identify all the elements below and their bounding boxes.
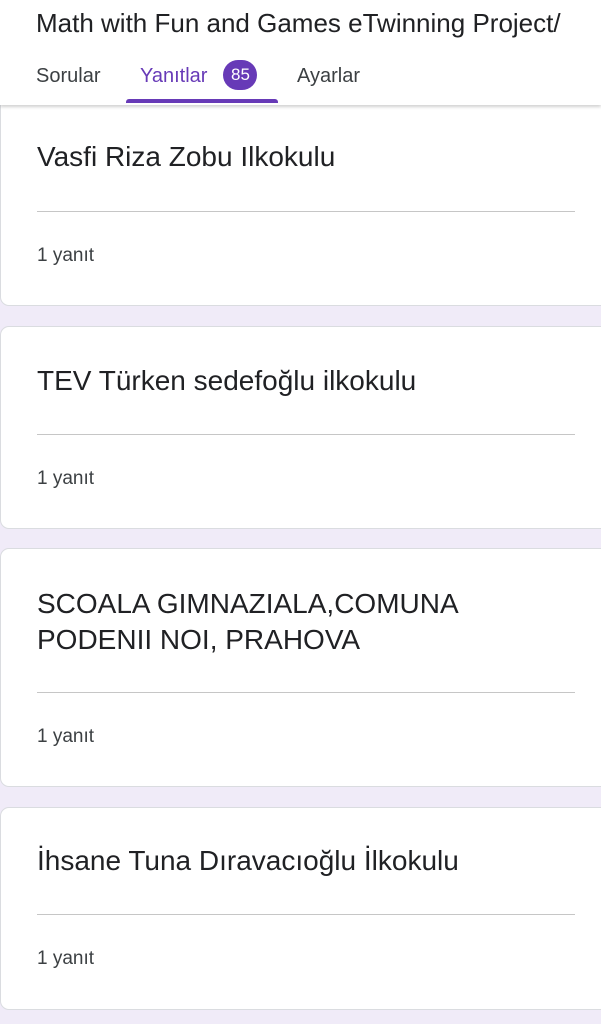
card-divider	[37, 211, 575, 212]
tab-questions[interactable]: Sorular	[36, 58, 100, 103]
tab-settings-label: Ayarlar	[297, 65, 360, 87]
response-answer-text: Vasfi Riza Zobu Ilkokulu	[37, 141, 336, 172]
responses-count-badge: 85	[223, 60, 258, 90]
response-card: TEV Türken sedefoğlu ilkokulu 1 yanıt	[0, 326, 601, 529]
form-title: Math with Fun and Games eTwinning Projec…	[36, 8, 561, 38]
response-card: İhsane Tuna Dıravacıoğlu İlkokulu 1 yanı…	[0, 807, 601, 1010]
response-answer-text: TEV Türken sedefoğlu ilkokulu	[37, 365, 417, 396]
card-divider	[37, 434, 575, 435]
card-divider	[37, 914, 575, 915]
tab-settings[interactable]: Ayarlar	[297, 58, 360, 103]
response-count-label: 1 yanıt	[37, 948, 95, 969]
response-count-label: 1 yanıt	[37, 726, 95, 747]
tab-questions-label: Sorular	[36, 65, 101, 87]
response-count-label: 1 yanıt	[37, 468, 95, 489]
tab-bar: Sorular Yanıtlar 85 Ayarlar	[0, 58, 601, 105]
tab-responses[interactable]: Yanıtlar 85	[126, 58, 278, 103]
card-divider	[37, 692, 575, 693]
response-count-label: 1 yanıt	[37, 245, 95, 266]
tab-responses-label: Yanıtlar	[140, 65, 208, 87]
response-card: SCOALA GIMNAZIALA,COMUNA PODENII NOI, PR…	[0, 548, 601, 787]
app-header: Math with Fun and Games eTwinning Projec…	[0, 0, 601, 105]
response-answer-text: İhsane Tuna Dıravacıoğlu İlkokulu	[37, 845, 459, 876]
active-tab-indicator	[126, 99, 278, 103]
response-card: Vasfi Riza Zobu Ilkokulu 1 yanıt	[0, 96, 601, 306]
response-answer-text: SCOALA GIMNAZIALA,COMUNA PODENII NOI, PR…	[37, 588, 458, 655]
